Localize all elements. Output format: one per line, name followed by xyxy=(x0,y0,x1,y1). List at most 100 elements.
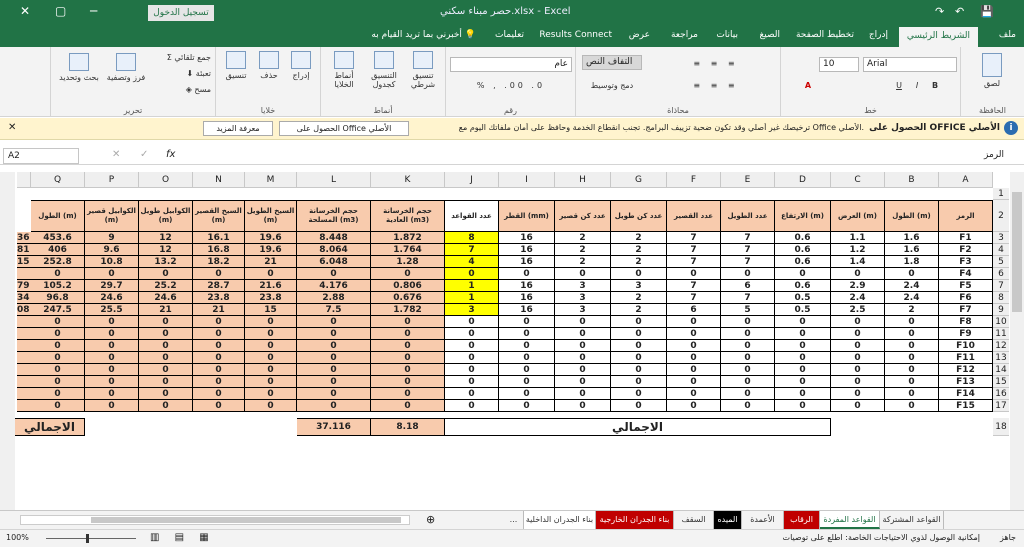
sheet-tab[interactable]: السقف xyxy=(674,511,714,529)
table-cell[interactable]: 0 xyxy=(371,376,445,388)
table-cell[interactable]: 2.4 xyxy=(831,292,885,304)
table-cell[interactable]: 0 xyxy=(775,352,831,364)
table-cell[interactable]: 0 xyxy=(667,364,721,376)
table-cell[interactable]: 7 xyxy=(667,280,721,292)
table-cell[interactable] xyxy=(17,268,31,280)
row-header-4[interactable]: 4 xyxy=(993,244,1009,256)
table-cell[interactable]: 0 xyxy=(31,352,85,364)
table-cell[interactable]: 2 xyxy=(555,256,611,268)
table-cell[interactable]: 0 xyxy=(371,400,445,412)
table-cell[interactable]: 81 xyxy=(17,244,31,256)
table-cell[interactable]: F8 xyxy=(939,316,993,328)
table-cell[interactable]: 0 xyxy=(499,400,555,412)
table-cell[interactable]: 0 xyxy=(445,340,499,352)
close-icon[interactable]: ✕ xyxy=(8,122,16,133)
column-header-B[interactable]: B xyxy=(885,172,939,188)
table-cell[interactable]: 1.4 xyxy=(831,256,885,268)
format-table-button[interactable]: التنسيق كجدول xyxy=(365,51,403,89)
tab-insert[interactable]: إدراج xyxy=(869,30,888,40)
sheet-tab[interactable]: ... xyxy=(504,511,524,529)
table-cell[interactable]: 2 xyxy=(611,304,667,316)
left-scroll-strip[interactable] xyxy=(0,172,15,510)
table-cell[interactable]: 0 xyxy=(31,376,85,388)
table-cell[interactable]: 21 xyxy=(245,256,297,268)
table-cell[interactable]: 0.6 xyxy=(775,256,831,268)
table-cell[interactable]: 0 xyxy=(499,340,555,352)
table-cell[interactable]: 0 xyxy=(885,376,939,388)
table-cell[interactable]: 0 xyxy=(721,400,775,412)
table-cell[interactable]: 0 xyxy=(775,268,831,280)
table-cell[interactable]: 0 xyxy=(139,400,193,412)
table-cell[interactable]: 0 xyxy=(831,400,885,412)
table-cell[interactable]: 0 xyxy=(499,376,555,388)
table-cell[interactable]: 0 xyxy=(31,340,85,352)
table-cell[interactable]: 2.4 xyxy=(885,292,939,304)
table-cell[interactable]: 0 xyxy=(667,400,721,412)
table-cell[interactable]: 2 xyxy=(611,244,667,256)
table-cell[interactable]: 0 xyxy=(775,376,831,388)
signin-button[interactable]: تسجيل الدخول xyxy=(148,5,214,21)
bold-button[interactable]: B xyxy=(929,81,941,90)
table-cell[interactable]: 0 xyxy=(85,376,139,388)
table-cell[interactable]: 453.6 xyxy=(31,232,85,244)
table-cell[interactable]: 0 xyxy=(775,388,831,400)
row-header-7[interactable]: 7 xyxy=(993,280,1009,292)
column-header-H[interactable]: H xyxy=(555,172,611,188)
table-cell[interactable]: 0 xyxy=(297,268,371,280)
table-cell[interactable]: 3 xyxy=(445,304,499,316)
table-cell[interactable]: 0 xyxy=(139,376,193,388)
table-cell[interactable]: 0 xyxy=(775,328,831,340)
table-cell[interactable]: 18.2 xyxy=(193,256,245,268)
find-select-button[interactable]: بحث وتحديد xyxy=(57,53,101,82)
table-cell[interactable]: 25.5 xyxy=(85,304,139,316)
autosum-button[interactable]: Σ جمع تلقائي xyxy=(151,53,211,62)
table-cell[interactable]: 0 xyxy=(31,400,85,412)
table-cell[interactable]: 0 xyxy=(555,316,611,328)
table-cell[interactable]: 0 xyxy=(85,364,139,376)
row-header-6[interactable]: 6 xyxy=(993,268,1009,280)
indent-icons[interactable]: ≡ ≡ ≡ xyxy=(666,81,766,90)
table-cell[interactable]: 0 xyxy=(297,388,371,400)
table-cell[interactable]: 0 xyxy=(193,388,245,400)
table-cell[interactable]: 0 xyxy=(85,316,139,328)
table-cell[interactable]: 0 xyxy=(611,376,667,388)
worksheet-grid[interactable]: A B C D E F G H I J K L M N O P Q 1 2 الرمز الطول (m) العرض (… xyxy=(15,172,1009,510)
learn-more-button[interactable]: معرفة المزيد xyxy=(203,121,273,136)
table-cell[interactable]: 0 xyxy=(499,328,555,340)
table-cell[interactable]: 25.2 xyxy=(139,280,193,292)
table-cell[interactable]: 16 xyxy=(499,292,555,304)
table-cell[interactable]: 0 xyxy=(885,328,939,340)
table-cell[interactable]: 16 xyxy=(499,232,555,244)
table-cell[interactable]: 7 xyxy=(667,244,721,256)
table-cell[interactable]: 0 xyxy=(85,328,139,340)
table-cell[interactable]: 0 xyxy=(721,268,775,280)
table-cell[interactable]: 4.176 xyxy=(297,280,371,292)
table-cell[interactable]: 0 xyxy=(445,316,499,328)
table-cell[interactable]: 0 xyxy=(31,388,85,400)
column-header-L[interactable]: L xyxy=(297,172,371,188)
zoom-slider-thumb[interactable] xyxy=(86,534,89,543)
table-cell[interactable]: 0 xyxy=(611,352,667,364)
vertical-scrollbar[interactable] xyxy=(1010,172,1024,510)
table-cell[interactable] xyxy=(17,364,31,376)
undo-icon[interactable]: ↶ xyxy=(955,5,964,18)
table-cell[interactable]: 0 xyxy=(193,268,245,280)
table-cell[interactable]: 0.6 xyxy=(775,232,831,244)
accessibility-status[interactable]: إمكانية الوصول لذوي الاحتياجات الخاصة: ا… xyxy=(783,533,980,542)
table-cell[interactable]: 16 xyxy=(499,244,555,256)
table-cell[interactable]: 406 xyxy=(31,244,85,256)
column-header-partial[interactable] xyxy=(17,172,31,188)
table-cell[interactable]: 0 xyxy=(371,388,445,400)
column-header-I[interactable]: I xyxy=(499,172,555,188)
table-cell[interactable]: 0 xyxy=(831,364,885,376)
table-cell[interactable]: 2.4 xyxy=(885,280,939,292)
table-cell[interactable]: 1.764 xyxy=(371,244,445,256)
table-cell[interactable]: 105.2 xyxy=(31,280,85,292)
table-cell[interactable]: F15 xyxy=(939,400,993,412)
row-header-2[interactable]: 2 xyxy=(993,200,1009,232)
redo-icon[interactable]: ↷ xyxy=(935,5,944,18)
table-cell[interactable]: 0 xyxy=(721,328,775,340)
view-buttons[interactable]: ▥ ▤ ▦ xyxy=(150,532,215,543)
table-cell[interactable]: F13 xyxy=(939,376,993,388)
row-header-15[interactable]: 15 xyxy=(993,376,1009,388)
